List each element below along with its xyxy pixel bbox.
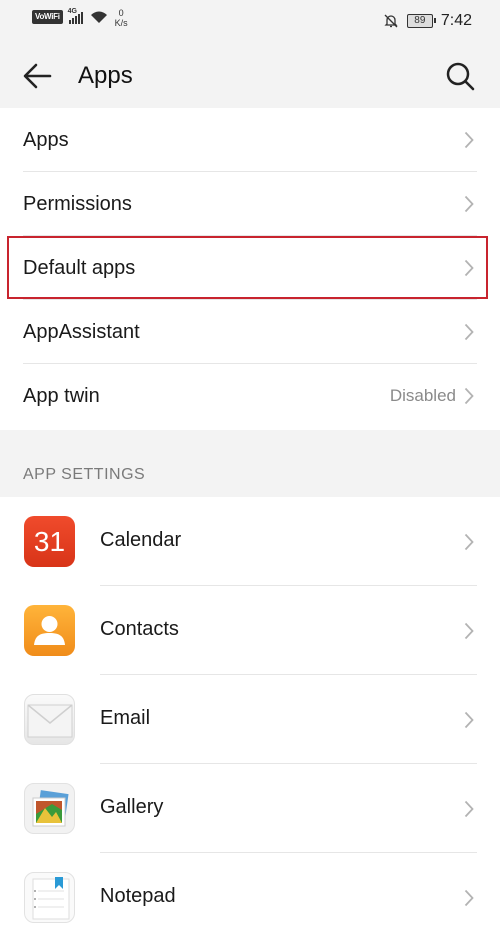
chevron-right-icon — [464, 131, 474, 149]
app-item-calendar[interactable]: 31 Calendar — [0, 497, 500, 586]
status-time: 7:42 — [440, 12, 472, 29]
chevron-right-icon — [464, 622, 474, 639]
menu-item-appassistant[interactable]: AppAssistant — [0, 300, 500, 364]
chevron-right-icon — [464, 195, 474, 213]
menu-item-apps[interactable]: Apps — [0, 108, 500, 172]
chevron-right-icon — [464, 889, 474, 906]
menu-item-label: Apps — [23, 128, 69, 151]
menu-item-label: AppAssistant — [23, 320, 140, 343]
app-settings-list: 31 Calendar Contacts Email Gallery Notep… — [0, 497, 500, 939]
chevron-right-icon — [464, 323, 474, 341]
chevron-right-icon — [464, 711, 474, 728]
menu-item-app-twin[interactable]: App twin Disabled — [0, 364, 500, 428]
wifi-icon — [90, 11, 107, 23]
calendar-icon: 31 — [24, 516, 75, 567]
status-bar: VoWiFi 4G 0 K/s 89 7:42 — [0, 0, 500, 40]
vowifi-icon: VoWiFi — [32, 10, 63, 24]
app-item-gallery[interactable]: Gallery — [0, 764, 500, 853]
back-arrow-icon — [23, 63, 52, 89]
app-item-notepad[interactable]: Notepad — [0, 853, 500, 939]
gallery-icon — [24, 783, 75, 834]
menu-item-permissions[interactable]: Permissions — [0, 172, 500, 236]
search-button[interactable] — [442, 58, 478, 94]
app-item-email[interactable]: Email — [0, 675, 500, 764]
notifications-off-icon — [384, 14, 398, 28]
app-item-contacts[interactable]: Contacts — [0, 586, 500, 675]
menu-item-label: Permissions — [23, 192, 132, 215]
app-item-label: Contacts — [100, 618, 179, 640]
app-item-label: Calendar — [100, 529, 182, 551]
app-twin-status: Disabled — [389, 386, 456, 405]
app-item-label: Email — [100, 707, 151, 729]
highlight-box — [7, 236, 488, 299]
email-icon — [24, 694, 75, 745]
section-header: APP SETTINGS — [23, 466, 146, 483]
contacts-icon — [24, 605, 75, 656]
app-item-label: Notepad — [100, 885, 176, 907]
app-bar: Apps — [0, 40, 500, 108]
cellular-signal-icon: 4G — [68, 8, 83, 24]
chevron-right-icon — [464, 800, 474, 817]
back-button[interactable] — [18, 58, 58, 94]
notepad-icon — [24, 872, 75, 923]
search-icon — [446, 62, 475, 91]
menu-item-label: App twin — [23, 384, 100, 407]
app-item-label: Gallery — [100, 796, 164, 818]
chevron-right-icon — [464, 533, 474, 550]
chevron-right-icon — [464, 387, 474, 405]
battery-icon: 89 — [406, 14, 436, 28]
page-title: Apps — [78, 62, 133, 89]
network-speed: 0 K/s — [114, 8, 128, 28]
